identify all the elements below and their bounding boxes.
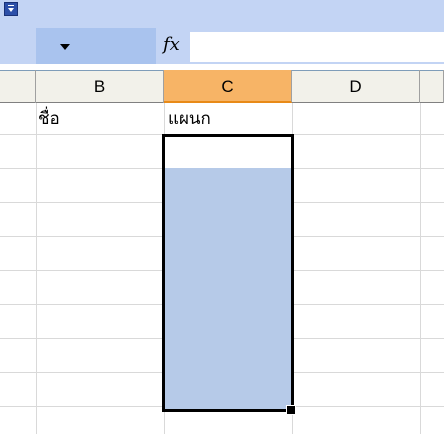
column-gridline (420, 103, 421, 434)
column-header-b[interactable]: B (36, 70, 164, 103)
select-all-corner[interactable] (0, 70, 36, 103)
selection-border (162, 134, 294, 412)
cell-c1[interactable]: แผนก (168, 104, 211, 134)
insert-function-icon[interactable]: fx (163, 34, 180, 55)
column-header-d[interactable]: D (292, 70, 420, 103)
column-header-c[interactable]: C (164, 70, 292, 103)
toolbar-options-icon[interactable] (4, 2, 18, 16)
name-box-dropdown-icon[interactable] (60, 44, 70, 50)
top-toolbar (0, 0, 444, 28)
column-gridline (36, 103, 37, 434)
column-header-e[interactable] (420, 70, 444, 103)
name-box[interactable] (36, 28, 156, 64)
cell-b1[interactable]: ชื่อ (38, 104, 60, 134)
fill-handle[interactable] (286, 405, 296, 415)
formula-input[interactable] (190, 32, 444, 62)
